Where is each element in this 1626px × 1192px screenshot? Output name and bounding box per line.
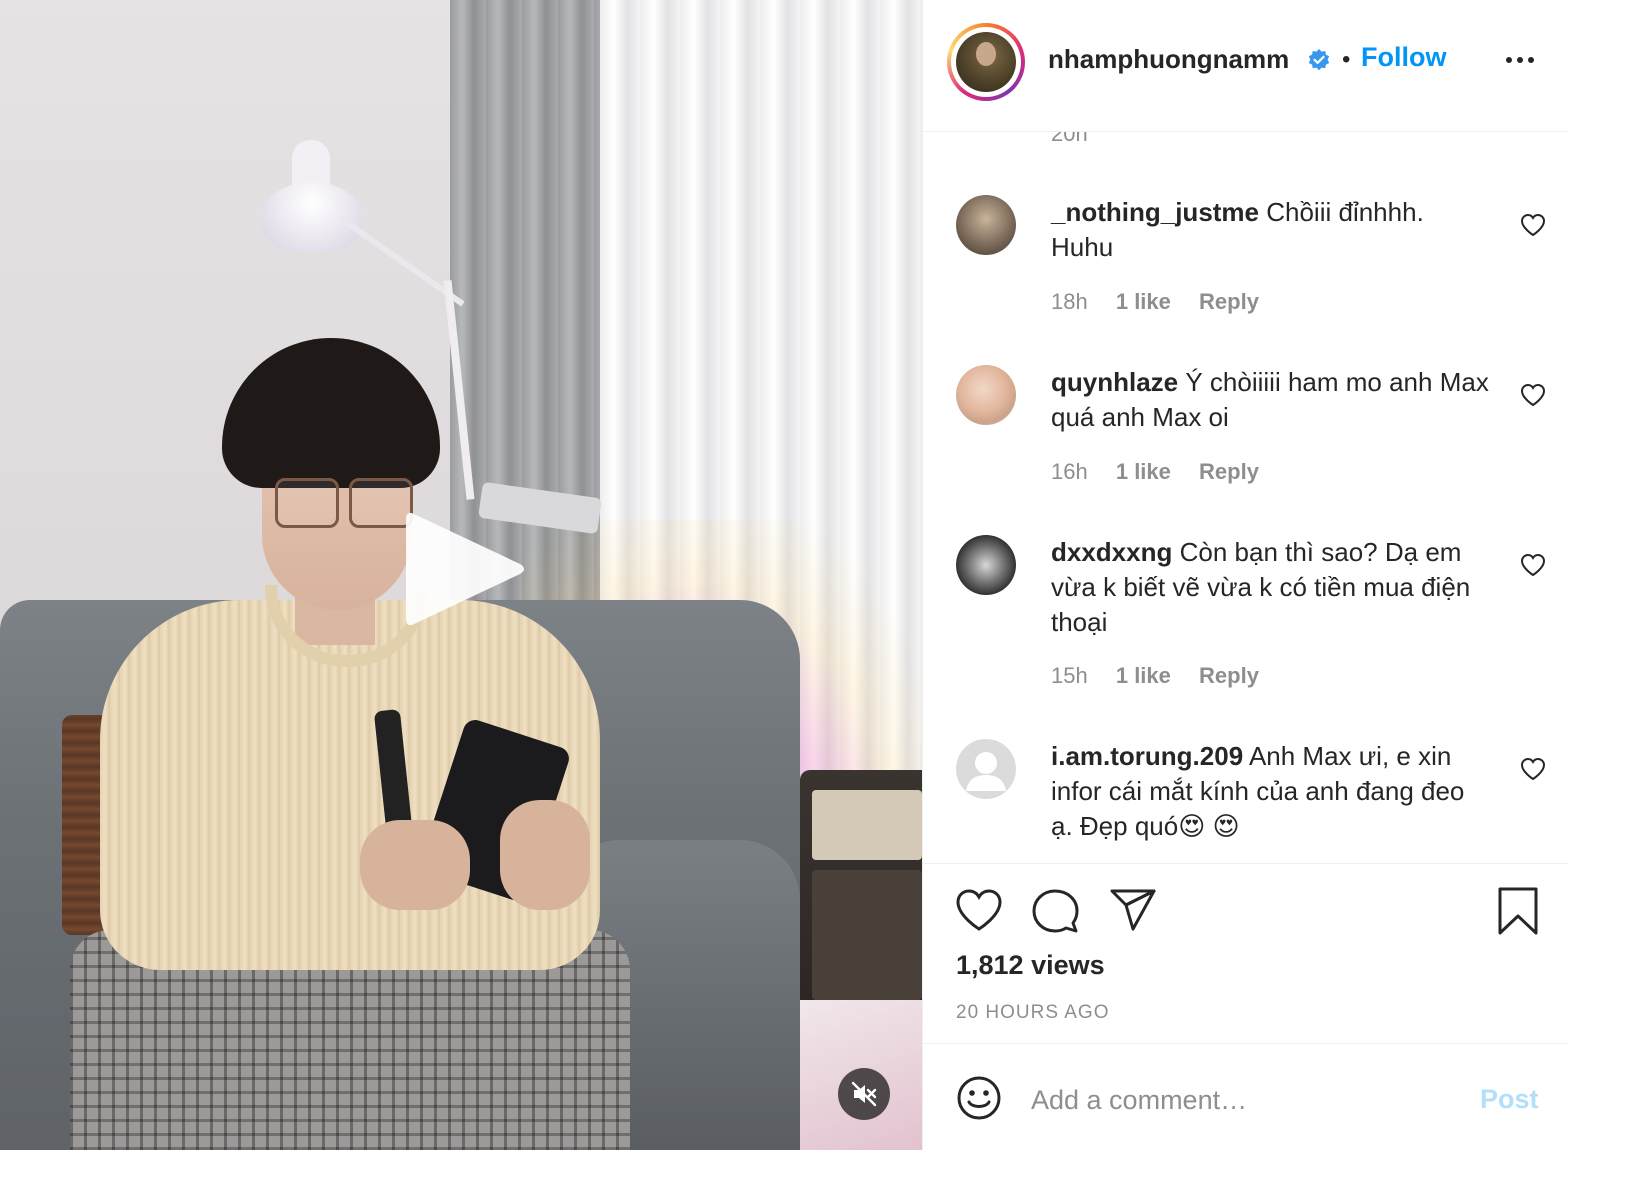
post-actions: 1,812 views 20 HOURS AGO <box>923 863 1569 1044</box>
commenter-avatar[interactable] <box>956 365 1016 425</box>
post-sidebar: nhamphuongnamm • Follow 20h _nothing_jus… <box>922 0 1569 1150</box>
follow-button[interactable]: Follow <box>1361 42 1446 73</box>
comment-time: 16h <box>1051 459 1088 484</box>
comment-meta: 18h 1 like Reply <box>1051 289 1281 315</box>
video-person-glasses <box>275 478 413 528</box>
author-avatar[interactable] <box>947 23 1025 101</box>
post-timestamp[interactable]: 20 HOURS AGO <box>956 1002 1110 1024</box>
default-avatar-icon <box>966 752 1006 791</box>
comment-like-button[interactable] <box>1520 553 1546 582</box>
video-lamp-shade <box>262 182 362 252</box>
comment-like-button[interactable] <box>1520 213 1546 242</box>
view-count[interactable]: 1,812 views <box>956 950 1105 981</box>
video-player[interactable] <box>0 0 922 1150</box>
comment-time-truncated: 20h <box>1051 131 1088 146</box>
comment-meta: 16h 1 like Reply <box>1051 459 1281 485</box>
author-username[interactable]: nhamphuongnamm <box>1048 44 1289 75</box>
heart-icon <box>956 889 1002 931</box>
comment-icon <box>1032 889 1079 933</box>
comment-time: 18h <box>1051 289 1088 314</box>
video-person-right-hand <box>500 800 590 910</box>
play-button[interactable] <box>402 504 528 634</box>
bookmark-icon <box>1498 887 1538 935</box>
muted-speaker-icon <box>851 1081 877 1107</box>
reply-button[interactable]: Reply <box>1199 663 1259 688</box>
emoji-icon <box>957 1076 1001 1120</box>
comment-button[interactable] <box>1031 888 1079 939</box>
heart-icon <box>1520 383 1546 407</box>
verified-badge-icon <box>1307 48 1331 77</box>
video-glasses-lens-left <box>275 478 339 528</box>
share-button[interactable] <box>1109 888 1157 937</box>
post-comment-button[interactable]: Post <box>1480 1084 1539 1115</box>
video-amplifier-panel <box>812 790 922 860</box>
comment-likes[interactable]: 1 like <box>1116 663 1171 688</box>
comment-like-button[interactable] <box>1520 757 1546 786</box>
video-person-left-hand <box>360 820 470 910</box>
header-separator: • <box>1342 46 1351 73</box>
commenter-avatar[interactable] <box>956 195 1016 255</box>
author-avatar-image <box>956 32 1016 92</box>
reply-button[interactable]: Reply <box>1199 459 1259 484</box>
reply-button[interactable]: Reply <box>1199 289 1259 314</box>
emoji-picker-button[interactable] <box>956 1075 1002 1126</box>
video-amplifier-grill <box>812 870 922 1000</box>
add-comment-input[interactable] <box>1031 1080 1451 1120</box>
share-icon <box>1110 889 1156 931</box>
comment-body: _nothing_justme Chồiii đỉnhhh. Huhu <box>1051 195 1491 265</box>
heart-icon <box>1520 553 1546 577</box>
commenter-avatar[interactable] <box>956 535 1016 595</box>
heart-icon <box>1520 757 1546 781</box>
bookmark-button[interactable] <box>1497 886 1539 941</box>
comment-body: i.am.torung.209 Anh Max ưi, e xin infor … <box>1051 739 1491 844</box>
more-options-button[interactable] <box>1505 52 1535 70</box>
comment-time: 15h <box>1051 663 1088 688</box>
commenter-username[interactable]: _nothing_justme <box>1051 197 1259 227</box>
comment-body: quynhlaze Ý chòiiiii ham mo anh Max quá … <box>1051 365 1491 435</box>
play-icon <box>406 512 524 626</box>
comment-like-button[interactable] <box>1520 383 1546 412</box>
comment-body: dxxdxxng Còn bạn thì sao? Dạ em vừa k bi… <box>1051 535 1491 640</box>
mute-toggle-button[interactable] <box>838 1068 890 1120</box>
commenter-username[interactable]: dxxdxxng <box>1051 537 1172 567</box>
comments-list[interactable]: 20h _nothing_justme Chồiii đỉnhhh. Huhu … <box>923 131 1569 863</box>
commenter-username[interactable]: quynhlaze <box>1051 367 1178 397</box>
commenter-username[interactable]: i.am.torung.209 <box>1051 741 1243 771</box>
add-comment-bar: Post <box>923 1043 1569 1151</box>
comment-likes[interactable]: 1 like <box>1116 289 1171 314</box>
commenter-avatar[interactable] <box>956 739 1016 799</box>
like-button[interactable] <box>955 888 1003 937</box>
author-avatar-border <box>951 27 1021 97</box>
heart-icon <box>1520 213 1546 237</box>
comment-likes[interactable]: 1 like <box>1116 459 1171 484</box>
post-header: nhamphuongnamm • Follow <box>923 0 1569 132</box>
comment-meta: 15h 1 like Reply <box>1051 663 1281 689</box>
page-bottom-strip <box>0 1150 1626 1192</box>
more-options-icon <box>1506 57 1534 63</box>
